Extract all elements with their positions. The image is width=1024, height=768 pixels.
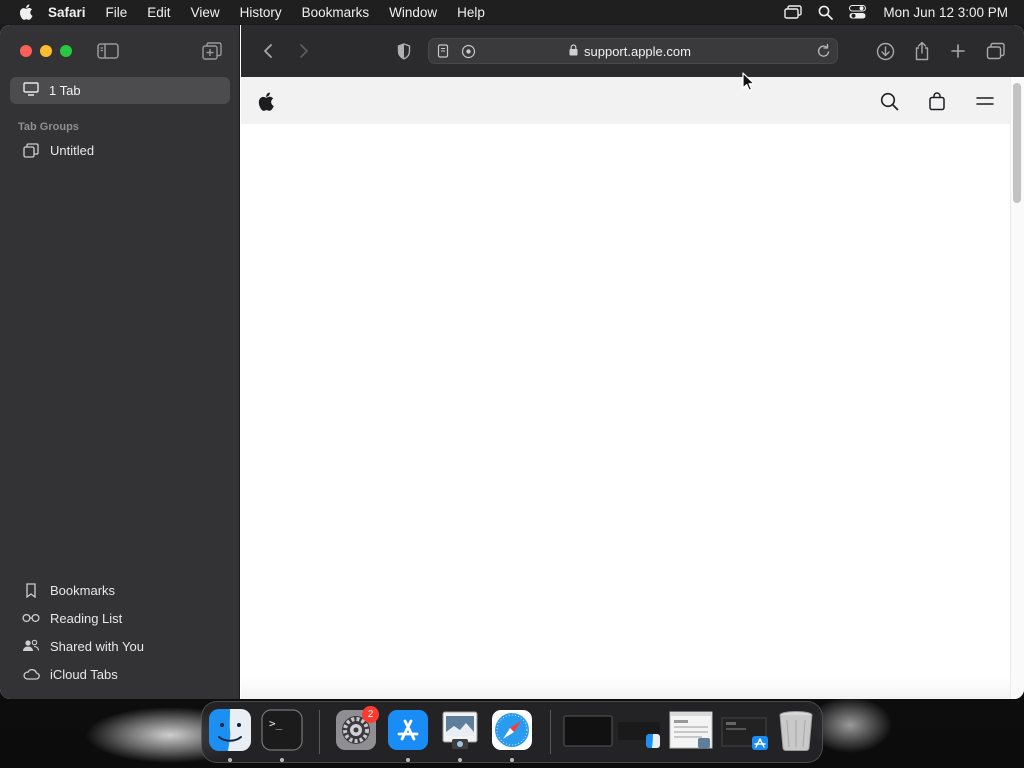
- glasses-icon: [22, 610, 40, 626]
- dock-terminal[interactable]: >_: [260, 708, 304, 752]
- svg-text:>_: >_: [269, 717, 283, 730]
- privacy-report-shield-icon[interactable]: [392, 39, 416, 63]
- forward-button[interactable]: [292, 39, 316, 63]
- close-window-button[interactable]: [20, 45, 32, 57]
- tab-groups-heading: Tab Groups: [18, 121, 79, 133]
- running-indicator: [280, 758, 284, 762]
- share-button[interactable]: [910, 39, 934, 63]
- new-tab-group-icon[interactable]: [201, 41, 223, 61]
- sidebar-toggle-icon[interactable]: [96, 42, 120, 60]
- scrollbar-thumb[interactable]: [1013, 83, 1021, 203]
- apple-logo-icon[interactable]: [255, 90, 277, 112]
- menu-edit[interactable]: Edit: [137, 0, 180, 24]
- page-settings-icon[interactable]: [461, 44, 476, 64]
- sidebar-item-label: Shared with You: [50, 638, 144, 654]
- window-thumbnail-icon: [721, 717, 768, 750]
- sidebar-item-untitled-group[interactable]: Untitled: [22, 142, 94, 158]
- apple-site-nav: [241, 77, 1011, 124]
- reader-icon[interactable]: [437, 44, 449, 63]
- hamburger-menu-icon[interactable]: [974, 90, 996, 112]
- tab-overview-button[interactable]: [984, 39, 1008, 63]
- web-content: [241, 77, 1024, 699]
- menu-window[interactable]: Window: [379, 0, 447, 24]
- new-tab-button[interactable]: [946, 39, 970, 63]
- running-indicator: [228, 758, 232, 762]
- sidebar-item-label: iCloud Tabs: [50, 666, 118, 682]
- sidebar-item-label: Reading List: [50, 610, 123, 626]
- apple-menu-icon[interactable]: [0, 4, 38, 20]
- preview-icon: [442, 711, 478, 749]
- downloads-button[interactable]: [873, 39, 897, 63]
- app-store-icon: [388, 710, 428, 750]
- url-display[interactable]: support.apple.com: [569, 44, 691, 59]
- dock-separator: [550, 710, 551, 754]
- reload-icon[interactable]: [816, 43, 831, 64]
- zoom-window-button[interactable]: [60, 45, 72, 57]
- menu-bar-clock[interactable]: Mon Jun 12 3:00 PM: [873, 5, 1008, 20]
- mouse-pointer-icon: [742, 72, 756, 92]
- notification-badge: 2: [362, 706, 379, 723]
- site-search-icon[interactable]: [878, 90, 900, 112]
- window-thumbnail-icon: [618, 722, 660, 748]
- dock-app-store[interactable]: [386, 708, 430, 752]
- spotlight-search-icon[interactable]: [809, 5, 841, 20]
- dock: >_ 2: [201, 701, 823, 763]
- safari-sidebar: 1 Tab Tab Groups Untitled Bookmarks Read…: [0, 25, 240, 699]
- monitor-icon: [23, 82, 39, 99]
- menu-bar: Safari File Edit View History Bookmarks …: [0, 0, 1024, 24]
- screen-mirroring-icon[interactable]: [777, 5, 809, 19]
- sidebar-tabs-item[interactable]: 1 Tab: [10, 77, 230, 104]
- menu-history[interactable]: History: [230, 0, 292, 24]
- dock-minimized-window-4[interactable]: [720, 708, 768, 752]
- address-bar[interactable]: support.apple.com: [428, 38, 838, 64]
- page-bottom-shadow: [241, 677, 1011, 699]
- sidebar-item-label: Untitled: [50, 142, 95, 158]
- dock-minimized-window-3[interactable]: [668, 708, 713, 752]
- sidebar-item-icloud-tabs[interactable]: iCloud Tabs: [22, 666, 118, 682]
- menu-file[interactable]: File: [96, 0, 138, 24]
- sidebar-item-bookmarks[interactable]: Bookmarks: [22, 582, 115, 598]
- dock-separator: [319, 710, 320, 754]
- sidebar-item-shared-with-you[interactable]: Shared with You: [22, 638, 144, 654]
- sidebar-item-reading-list[interactable]: Reading List: [22, 610, 122, 626]
- menu-help[interactable]: Help: [447, 0, 495, 24]
- cloud-icon: [22, 666, 40, 682]
- back-button[interactable]: [256, 39, 280, 63]
- menu-view[interactable]: View: [181, 0, 230, 24]
- url-text: support.apple.com: [584, 44, 691, 59]
- bookmark-icon: [22, 582, 40, 598]
- window-controls: [20, 45, 72, 57]
- finder-icon: [209, 709, 251, 751]
- terminal-icon: >_: [261, 709, 303, 751]
- trash-icon: [779, 711, 813, 752]
- dock-system-settings[interactable]: 2: [334, 706, 379, 752]
- shared-people-icon: [22, 638, 40, 654]
- menu-bookmarks[interactable]: Bookmarks: [292, 0, 380, 24]
- dock-safari[interactable]: [490, 708, 534, 752]
- lock-icon: [569, 44, 578, 59]
- compass-icon: [492, 710, 532, 750]
- dock-minimized-window-1[interactable]: [562, 708, 613, 752]
- vertical-scrollbar[interactable]: [1010, 77, 1024, 699]
- safari-window: 1 Tab Tab Groups Untitled Bookmarks Read…: [0, 25, 1024, 699]
- dock-minimized-window-2[interactable]: [616, 708, 660, 752]
- menu-safari[interactable]: Safari: [38, 0, 96, 24]
- window-thumbnail-icon: [563, 715, 613, 747]
- running-indicator: [406, 758, 410, 762]
- dock-finder[interactable]: [208, 708, 252, 752]
- tab-count-label: 1 Tab: [49, 83, 81, 98]
- dock-trash[interactable]: [774, 708, 818, 752]
- safari-toolbar: support.apple.com: [241, 25, 1024, 77]
- sidebar-item-label: Bookmarks: [50, 582, 116, 598]
- control-center-icon[interactable]: [841, 5, 873, 19]
- dock-preview[interactable]: [438, 708, 482, 752]
- tab-group-icon: [22, 142, 40, 158]
- window-thumbnail-icon: [669, 711, 713, 749]
- minimize-window-button[interactable]: [40, 45, 52, 57]
- running-indicator: [510, 758, 514, 762]
- running-indicator: [458, 758, 462, 762]
- shopping-bag-icon[interactable]: [926, 90, 948, 112]
